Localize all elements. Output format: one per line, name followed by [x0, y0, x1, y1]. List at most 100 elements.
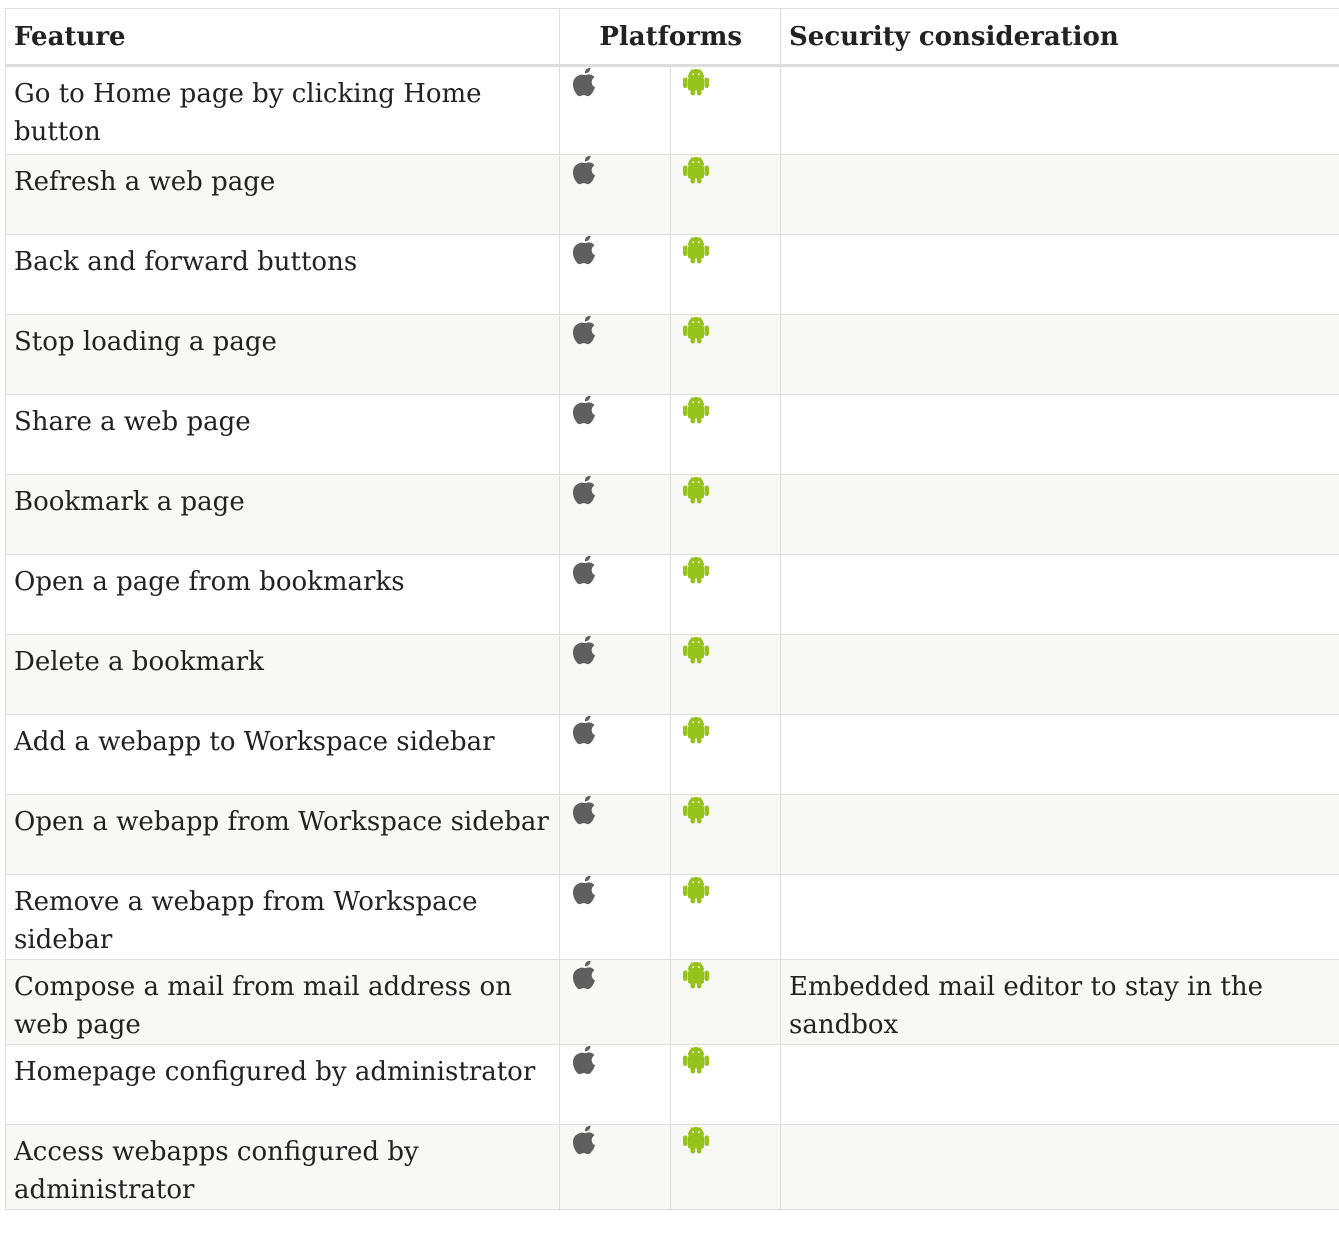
feature-cell: Open a webapp from Workspace sidebar: [5, 794, 560, 875]
header-feature: Feature: [5, 8, 560, 67]
ios-cell: [559, 154, 671, 235]
android-cell: [669, 959, 782, 1045]
apple-icon: [571, 155, 599, 185]
android-icon: [682, 67, 710, 97]
table-row: Compose a mail from mail address on web …: [5, 959, 1339, 1045]
apple-icon: [571, 875, 599, 905]
table-row: Open a page from bookmarks: [5, 554, 1339, 635]
android-icon: [682, 1125, 710, 1155]
feature-cell: Share a web page: [5, 394, 560, 475]
apple-icon: [571, 395, 599, 425]
android-icon: [682, 960, 710, 990]
android-icon: [682, 475, 710, 505]
feature-cell: Bookmark a page: [5, 474, 560, 555]
ios-cell: [559, 1124, 671, 1210]
android-icon: [682, 395, 710, 425]
table-row: Bookmark a page: [5, 474, 1339, 555]
table-row: Back and forward buttons: [5, 234, 1339, 315]
table-row: Stop loading a page: [5, 314, 1339, 395]
apple-icon: [571, 1125, 599, 1155]
android-cell: [669, 314, 782, 395]
apple-icon: [571, 235, 599, 265]
ios-cell: [559, 65, 671, 155]
security-cell: [780, 1124, 1339, 1210]
apple-icon: [571, 475, 599, 505]
security-cell: [780, 714, 1339, 795]
ios-cell: [559, 554, 671, 635]
security-cell: Embedded mail editor to stay in the sand…: [780, 959, 1339, 1045]
apple-icon: [571, 1045, 599, 1075]
android-cell: [669, 65, 782, 155]
android-icon: [682, 555, 710, 585]
header-security: Security consideration: [780, 8, 1339, 67]
table-row: Remove a webapp from Workspace sidebar: [5, 874, 1339, 960]
apple-icon: [571, 555, 599, 585]
security-cell: [780, 1044, 1339, 1125]
feature-cell: Add a webapp to Workspace sidebar: [5, 714, 560, 795]
ios-cell: [559, 314, 671, 395]
android-cell: [669, 474, 782, 555]
android-icon: [682, 715, 710, 745]
apple-icon: [571, 960, 599, 990]
security-cell: [780, 65, 1339, 155]
header-row: Feature Platforms Security consideration: [5, 8, 1339, 67]
feature-cell: Refresh a web page: [5, 154, 560, 235]
table-header: Feature Platforms Security consideration: [5, 8, 1339, 67]
feature-cell: Open a page from bookmarks: [5, 554, 560, 635]
feature-cell: Compose a mail from mail address on web …: [5, 959, 560, 1045]
security-cell: [780, 474, 1339, 555]
android-icon: [682, 235, 710, 265]
security-cell: [780, 634, 1339, 715]
table-row: Add a webapp to Workspace sidebar: [5, 714, 1339, 795]
apple-icon: [571, 795, 599, 825]
ios-cell: [559, 874, 671, 960]
table-body: Go to Home page by clicking Home button: [5, 65, 1339, 1210]
android-cell: [669, 874, 782, 960]
android-cell: [669, 794, 782, 875]
security-cell: [780, 794, 1339, 875]
android-cell: [669, 234, 782, 315]
header-platforms: Platforms: [558, 8, 782, 67]
android-icon: [682, 315, 710, 345]
table-row: Homepage configured by administrator: [5, 1044, 1339, 1125]
feature-cell: Delete a bookmark: [5, 634, 560, 715]
feature-cell: Homepage configured by administrator: [5, 1044, 560, 1125]
feature-cell: Stop loading a page: [5, 314, 560, 395]
feature-cell: Remove a webapp from Workspace sidebar: [5, 874, 560, 960]
security-cell: [780, 154, 1339, 235]
table-row: Go to Home page by clicking Home button: [5, 65, 1339, 155]
android-cell: [669, 1044, 782, 1125]
table-row: Share a web page: [5, 394, 1339, 475]
android-icon: [682, 1045, 710, 1075]
android-cell: [669, 554, 782, 635]
android-cell: [669, 1124, 782, 1210]
features-table: Feature Platforms Security consideration…: [5, 8, 1339, 1210]
apple-icon: [571, 635, 599, 665]
ios-cell: [559, 1044, 671, 1125]
security-cell: [780, 314, 1339, 395]
ios-cell: [559, 714, 671, 795]
security-cell: [780, 554, 1339, 635]
ios-cell: [559, 234, 671, 315]
apple-icon: [571, 67, 599, 97]
ios-cell: [559, 794, 671, 875]
table-row: Open a webapp from Workspace sidebar: [5, 794, 1339, 875]
feature-cell: Access webapps configured by administrat…: [5, 1124, 560, 1210]
android-cell: [669, 714, 782, 795]
android-icon: [682, 795, 710, 825]
android-cell: [669, 634, 782, 715]
ios-cell: [559, 959, 671, 1045]
apple-icon: [571, 715, 599, 745]
ios-cell: [559, 474, 671, 555]
feature-cell: Back and forward buttons: [5, 234, 560, 315]
feature-cell: Go to Home page by clicking Home button: [5, 65, 560, 155]
ios-cell: [559, 634, 671, 715]
android-cell: [669, 394, 782, 475]
security-cell: [780, 874, 1339, 960]
android-icon: [682, 635, 710, 665]
android-cell: [669, 154, 782, 235]
table-row: Refresh a web page: [5, 154, 1339, 235]
table-row: Access webapps configured by administrat…: [5, 1124, 1339, 1210]
apple-icon: [571, 315, 599, 345]
ios-cell: [559, 394, 671, 475]
